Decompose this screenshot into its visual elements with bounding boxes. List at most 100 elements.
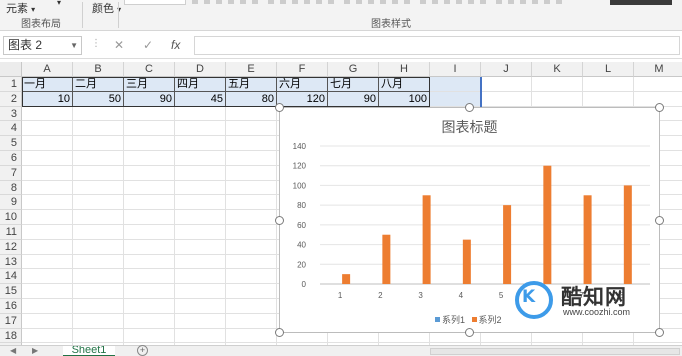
grid-cell[interactable] xyxy=(73,269,124,285)
cell-value[interactable]: 90 xyxy=(328,91,379,107)
grid-cell[interactable] xyxy=(73,121,124,137)
grid-cell[interactable] xyxy=(226,284,277,299)
chart-style-thumbnail[interactable] xyxy=(420,0,490,4)
bar-series2[interactable] xyxy=(462,239,471,284)
grid-cell[interactable] xyxy=(22,328,73,344)
cell-value[interactable]: 80 xyxy=(226,91,277,107)
cell-value[interactable]: 10 xyxy=(22,91,73,107)
cell-header-month[interactable]: 五月 xyxy=(226,77,277,92)
grid-cell[interactable] xyxy=(634,77,682,92)
grid-cell[interactable] xyxy=(124,299,175,314)
grid-cell[interactable] xyxy=(73,299,124,314)
column-header-b[interactable]: B xyxy=(73,62,124,77)
chart-style-thumbnail[interactable] xyxy=(124,0,186,5)
name-box[interactable]: 图表 2 ▼ xyxy=(3,36,82,55)
column-header-k[interactable]: K xyxy=(532,62,583,77)
grid-cell[interactable] xyxy=(22,136,73,151)
grid-cell[interactable] xyxy=(73,313,124,329)
column-header-e[interactable]: E xyxy=(226,62,277,77)
grid-cell[interactable] xyxy=(175,328,226,344)
grid-cell[interactable] xyxy=(226,106,277,122)
row-header-5[interactable]: 5 xyxy=(0,136,22,151)
row-header-2[interactable]: 2 xyxy=(0,91,22,107)
grid-cell[interactable] xyxy=(175,195,226,211)
grid-cell[interactable] xyxy=(175,239,226,255)
add-sheet-icon[interactable]: + xyxy=(137,345,148,356)
grid-cell[interactable] xyxy=(22,313,73,329)
row-header-14[interactable]: 14 xyxy=(0,269,22,285)
grid-cell[interactable] xyxy=(583,77,634,92)
row-header-9[interactable]: 9 xyxy=(0,195,22,211)
bar-series2[interactable] xyxy=(543,165,552,284)
grid-cell[interactable] xyxy=(124,121,175,137)
grid-cell[interactable] xyxy=(124,136,175,151)
grid-cell[interactable] xyxy=(124,195,175,211)
grid-cell[interactable] xyxy=(175,165,226,181)
bar-series2[interactable] xyxy=(342,274,351,284)
grid-cell[interactable] xyxy=(175,106,226,122)
grid-cell[interactable] xyxy=(124,151,175,166)
resize-handle-bottom[interactable] xyxy=(465,328,474,337)
grid-cell[interactable] xyxy=(226,121,277,137)
grid-cell[interactable] xyxy=(22,106,73,122)
change-colors-button[interactable]: 颜色 ▾ xyxy=(92,0,121,16)
enter-icon[interactable]: ✓ xyxy=(143,38,153,52)
column-header-a[interactable]: A xyxy=(22,62,73,77)
grid-cell[interactable] xyxy=(226,328,277,344)
bar-series2[interactable] xyxy=(503,205,512,284)
cell-header-month[interactable]: 八月 xyxy=(379,77,430,92)
grid-cell[interactable] xyxy=(175,210,226,225)
resize-handle-top[interactable] xyxy=(465,103,474,112)
grid-cell[interactable] xyxy=(124,210,175,225)
grid-cell[interactable] xyxy=(22,195,73,211)
grid-cell[interactable] xyxy=(124,284,175,299)
grid-cell[interactable] xyxy=(124,225,175,240)
grid-cell[interactable] xyxy=(124,254,175,270)
grid-cell[interactable] xyxy=(124,180,175,196)
grid-cell[interactable] xyxy=(73,136,124,151)
resize-handle-top-right[interactable] xyxy=(655,103,664,112)
chart-style-thumbnail[interactable] xyxy=(496,0,566,4)
insert-function-icon[interactable]: fx xyxy=(171,38,180,52)
grid-cell[interactable] xyxy=(73,165,124,181)
row-header-1[interactable]: 1 xyxy=(0,77,22,92)
cell-value[interactable]: 90 xyxy=(124,91,175,107)
row-header-4[interactable]: 4 xyxy=(0,121,22,137)
row-header-7[interactable]: 7 xyxy=(0,165,22,181)
grid-cell[interactable] xyxy=(226,210,277,225)
chart-style-thumbnail-dark[interactable] xyxy=(610,0,672,5)
grid-cell[interactable] xyxy=(73,180,124,196)
tab-scroll-right-icon[interactable]: ▶ xyxy=(32,346,38,355)
chevron-down-icon[interactable]: ▼ xyxy=(70,37,78,54)
resize-handle-right[interactable] xyxy=(655,216,664,225)
bar-series2[interactable] xyxy=(583,195,592,284)
row-header-16[interactable]: 16 xyxy=(0,299,22,314)
sheet-tab-sheet1[interactable]: Sheet1 xyxy=(63,346,115,356)
grid-cell[interactable] xyxy=(22,180,73,196)
grid-cell[interactable] xyxy=(175,151,226,166)
grid-cell[interactable] xyxy=(175,254,226,270)
grid-cell[interactable] xyxy=(124,313,175,329)
row-header-13[interactable]: 13 xyxy=(0,254,22,270)
row-header-3[interactable]: 3 xyxy=(0,106,22,122)
cell-value[interactable]: 45 xyxy=(175,91,226,107)
grid-cell[interactable] xyxy=(22,284,73,299)
grid-cell[interactable] xyxy=(175,284,226,299)
grid-cell[interactable] xyxy=(22,239,73,255)
grid-cell[interactable] xyxy=(583,91,634,107)
grid-cell[interactable] xyxy=(226,165,277,181)
row-header-15[interactable]: 15 xyxy=(0,284,22,299)
resize-handle-top-left[interactable] xyxy=(275,103,284,112)
grid-cell[interactable] xyxy=(73,151,124,166)
horizontal-scrollbar[interactable] xyxy=(430,348,680,355)
grid-cell[interactable] xyxy=(73,210,124,225)
grid-cell[interactable] xyxy=(175,225,226,240)
grid-cell[interactable] xyxy=(124,106,175,122)
column-header-i[interactable]: I xyxy=(430,62,481,77)
column-header-f[interactable]: F xyxy=(277,62,328,77)
column-header-d[interactable]: D xyxy=(175,62,226,77)
cancel-icon[interactable]: ✕ xyxy=(114,38,124,52)
row-header-6[interactable]: 6 xyxy=(0,151,22,166)
chart-legend[interactable]: 系列1 系列2 xyxy=(435,313,502,326)
grid-cell[interactable] xyxy=(481,77,532,92)
